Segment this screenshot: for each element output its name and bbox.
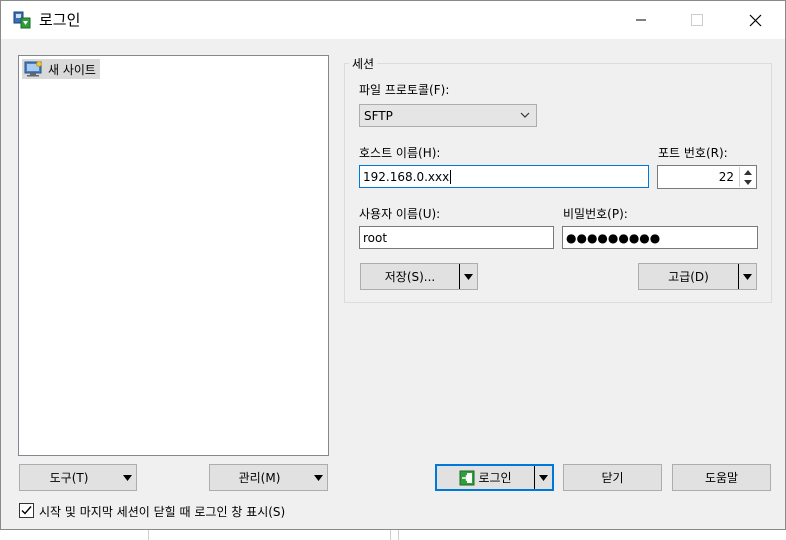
triangle-down-icon [122, 474, 132, 481]
username-label: 사용자 이름(U): [359, 207, 441, 221]
protocol-select-value: SFTP [364, 108, 393, 123]
close-button[interactable]: 닫기 [563, 464, 662, 491]
triangle-down-icon [313, 474, 323, 481]
protocol-select[interactable]: SFTP [359, 104, 537, 127]
tools-button[interactable]: 도구(T) [19, 464, 137, 491]
text-caret [450, 169, 452, 184]
login-button-label: 로그인 [478, 471, 512, 485]
help-button-label: 도움말 [704, 471, 739, 485]
host-name-value: 192.168.0.xxx [363, 169, 450, 184]
spin-up-button[interactable] [740, 167, 755, 177]
show-login-checkbox-label[interactable]: 시작 및 마지막 세션이 닫힐 때 로그인 창 표시(S) [39, 503, 285, 520]
window-title: 로그인 [39, 11, 81, 29]
triangle-down-icon [464, 273, 473, 280]
winscp-app-icon [13, 11, 31, 29]
port-number-spinner[interactable]: 22 [657, 165, 757, 189]
save-button[interactable]: 저장(S)... [360, 263, 478, 290]
password-input[interactable]: ●●●●●●●●● [562, 226, 758, 249]
maximize-button[interactable] [674, 1, 720, 39]
manage-button[interactable]: 관리(M) [209, 464, 328, 491]
site-tree[interactable]: 새 사이트 [18, 55, 329, 456]
advanced-dropdown-arrow[interactable] [738, 264, 756, 289]
username-value: root [363, 230, 388, 245]
session-group-title: 세션 [349, 55, 378, 72]
save-dropdown-arrow[interactable] [459, 264, 477, 289]
tools-dropdown-arrow[interactable] [118, 465, 136, 490]
password-label: 비밀번호(P): [563, 207, 628, 221]
background-window-strip [0, 530, 786, 540]
background-divider [398, 530, 399, 540]
save-button-label: 저장(S)... [384, 270, 436, 284]
triangle-down-icon [743, 179, 752, 185]
show-login-checkbox[interactable] [19, 503, 34, 518]
tools-button-label: 도구(T) [49, 471, 89, 485]
triangle-down-icon [539, 474, 548, 481]
chevron-down-icon [520, 112, 530, 118]
triangle-down-icon [743, 273, 752, 280]
close-icon [749, 14, 761, 26]
triangle-up-icon [743, 169, 752, 175]
spin-down-button[interactable] [740, 177, 755, 187]
advanced-button-label: 고급(D) [668, 270, 709, 284]
minimize-button[interactable] [618, 1, 664, 39]
help-button[interactable]: 도움말 [672, 464, 771, 491]
protocol-label: 파일 프로토콜(F): [359, 83, 450, 97]
port-number-value: 22 [718, 170, 734, 184]
host-name-input[interactable]: 192.168.0.xxx [359, 165, 649, 188]
login-button-content: 로그인 [437, 469, 534, 486]
port-label: 포트 번호(R): [658, 146, 728, 160]
background-divider [390, 530, 391, 540]
login-dropdown-arrow[interactable] [534, 466, 552, 489]
site-tree-item-new-site[interactable]: 새 사이트 [22, 59, 100, 79]
background-divider [148, 530, 149, 540]
login-dialog: 로그인 새 사이트 세션 파일 프로토콜(F): SFTP 호스트 이름(H):… [0, 0, 786, 530]
port-spin-buttons [739, 167, 755, 187]
manage-dropdown-arrow[interactable] [309, 465, 327, 490]
title-bar: 로그인 [1, 1, 785, 39]
computer-monitor-icon [24, 61, 42, 77]
login-icon [459, 470, 475, 485]
minimize-icon [636, 19, 646, 21]
host-label: 호스트 이름(H): [359, 146, 441, 160]
close-window-button[interactable] [732, 1, 778, 39]
maximize-icon [691, 14, 703, 26]
manage-button-label: 관리(M) [238, 471, 281, 485]
username-input[interactable]: root [359, 226, 554, 249]
site-tree-item-label: 새 사이트 [48, 62, 96, 77]
advanced-button[interactable]: 고급(D) [638, 263, 757, 290]
login-button[interactable]: 로그인 [435, 464, 554, 491]
checkmark-icon [21, 506, 32, 515]
password-masked-value: ●●●●●●●●● [566, 230, 661, 245]
close-button-label: 닫기 [601, 471, 624, 485]
